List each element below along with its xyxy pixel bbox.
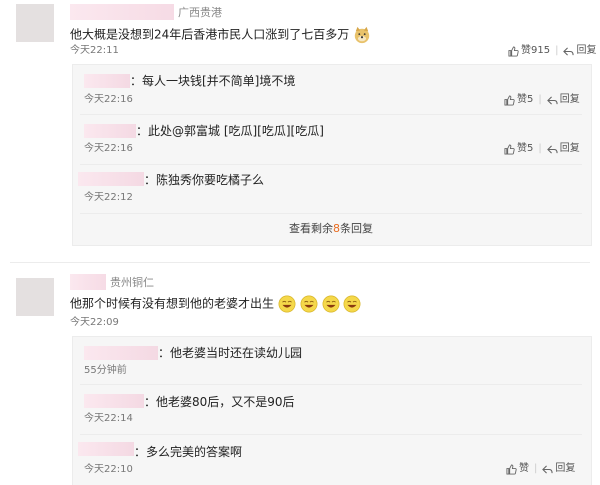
comment-text-content: 他大概是没想到24年后香港市民人口涨到了七百多万	[70, 27, 350, 42]
comment-divider	[10, 262, 590, 263]
reply-actions: 赞5 | 回复	[504, 142, 580, 156]
reply-divider	[80, 434, 582, 435]
reply-time: 今天22:16	[84, 143, 133, 154]
reply-arrow-icon[interactable]	[546, 144, 558, 155]
reply-username-blurred[interactable]	[84, 74, 130, 88]
like-count: 915	[531, 45, 551, 56]
thumbs-up-icon[interactable]	[504, 143, 515, 155]
reply-divider	[80, 213, 582, 214]
username-blurred[interactable]	[70, 4, 174, 20]
like-label: 赞	[517, 94, 527, 105]
like-count: 5	[527, 143, 534, 154]
reply-text: ：陈独秀你要吃橘子么	[144, 173, 265, 187]
thumbs-up-icon[interactable]	[504, 94, 515, 106]
comment-time: 今天22:11	[70, 45, 119, 56]
divider: |	[534, 463, 538, 474]
reply-time: 今天22:10	[84, 464, 133, 475]
reply-username-blurred[interactable]	[78, 172, 144, 186]
comment-text-content: 他那个时候有没有想到他的老婆才出生	[70, 296, 275, 311]
reply-button[interactable]: 回复	[555, 462, 575, 476]
comment-text: 他大概是没想到24年后香港市民人口涨到了七百多万	[70, 26, 371, 44]
reply-username-blurred[interactable]	[84, 394, 144, 408]
reply-username-blurred[interactable]	[84, 346, 158, 360]
laughing-emoji-icon	[278, 295, 296, 313]
view-more-suffix: 条回复	[340, 222, 373, 235]
reply-divider	[80, 164, 582, 165]
reply-text: ：此处@郭富城 [吃瓜][吃瓜][吃瓜]	[136, 124, 324, 138]
view-more-replies-link[interactable]: 查看剩余8条回复	[289, 222, 373, 236]
reply-text: ：每人一块钱[并不简单]境不境	[130, 74, 296, 88]
view-more-prefix: 查看剩余	[289, 222, 333, 235]
reply-time: 今天22:16	[84, 94, 133, 105]
avatar[interactable]	[16, 278, 54, 316]
view-more-count: 8	[333, 222, 340, 235]
comment-time: 今天22:09	[70, 317, 119, 328]
comment-actions: 赞915 | 回复	[508, 44, 596, 58]
like-label: 赞	[521, 45, 531, 56]
reply-username-blurred[interactable]	[84, 124, 136, 138]
like-button[interactable]: 赞5	[517, 142, 533, 156]
thumbs-up-icon[interactable]	[508, 45, 519, 57]
reply-text: ：他老婆80后，又不是90后	[144, 395, 295, 409]
reply-time: 今天22:12	[84, 192, 133, 203]
reply-text: ：他老婆当时还在读幼儿园	[158, 346, 303, 360]
laughing-emoji-icon	[300, 295, 318, 313]
location-label: 广西贵港	[178, 6, 222, 19]
reply-arrow-icon[interactable]	[563, 46, 575, 57]
like-button[interactable]: 赞	[519, 462, 529, 476]
reply-divider	[80, 114, 582, 115]
reply-arrow-icon[interactable]	[546, 95, 558, 106]
reply-username-blurred[interactable]	[78, 442, 134, 456]
like-button[interactable]: 赞5	[517, 93, 533, 107]
doge-emoji-icon	[354, 26, 370, 44]
like-label: 赞	[517, 143, 527, 154]
reply-button[interactable]: 回复	[576, 44, 596, 58]
username-blurred[interactable]	[70, 274, 106, 290]
laughing-emoji-icon	[343, 295, 361, 313]
reply-time: 今天22:14	[84, 413, 133, 424]
location-label: 贵州铜仁	[110, 276, 154, 289]
avatar[interactable]	[16, 4, 54, 42]
reply-button[interactable]: 回复	[560, 142, 580, 156]
reply-time: 55分钟前	[84, 365, 127, 376]
laughing-emoji-icon	[322, 295, 339, 313]
like-count: 5	[527, 94, 534, 105]
thumbs-up-icon[interactable]	[506, 463, 517, 475]
reply-button[interactable]: 回复	[560, 93, 580, 107]
reply-divider	[80, 384, 582, 385]
divider: |	[555, 45, 559, 56]
reply-actions: 赞5 | 回复	[504, 93, 580, 107]
reply-text: ：多么完美的答案啊	[134, 445, 243, 459]
like-button[interactable]: 赞915	[521, 44, 550, 58]
reply-arrow-icon[interactable]	[542, 464, 554, 475]
comment-text: 他那个时候有没有想到他的老婆才出生	[70, 295, 361, 313]
divider: |	[538, 143, 542, 154]
divider: |	[538, 94, 542, 105]
reply-actions: 赞 | 回复	[506, 462, 575, 476]
